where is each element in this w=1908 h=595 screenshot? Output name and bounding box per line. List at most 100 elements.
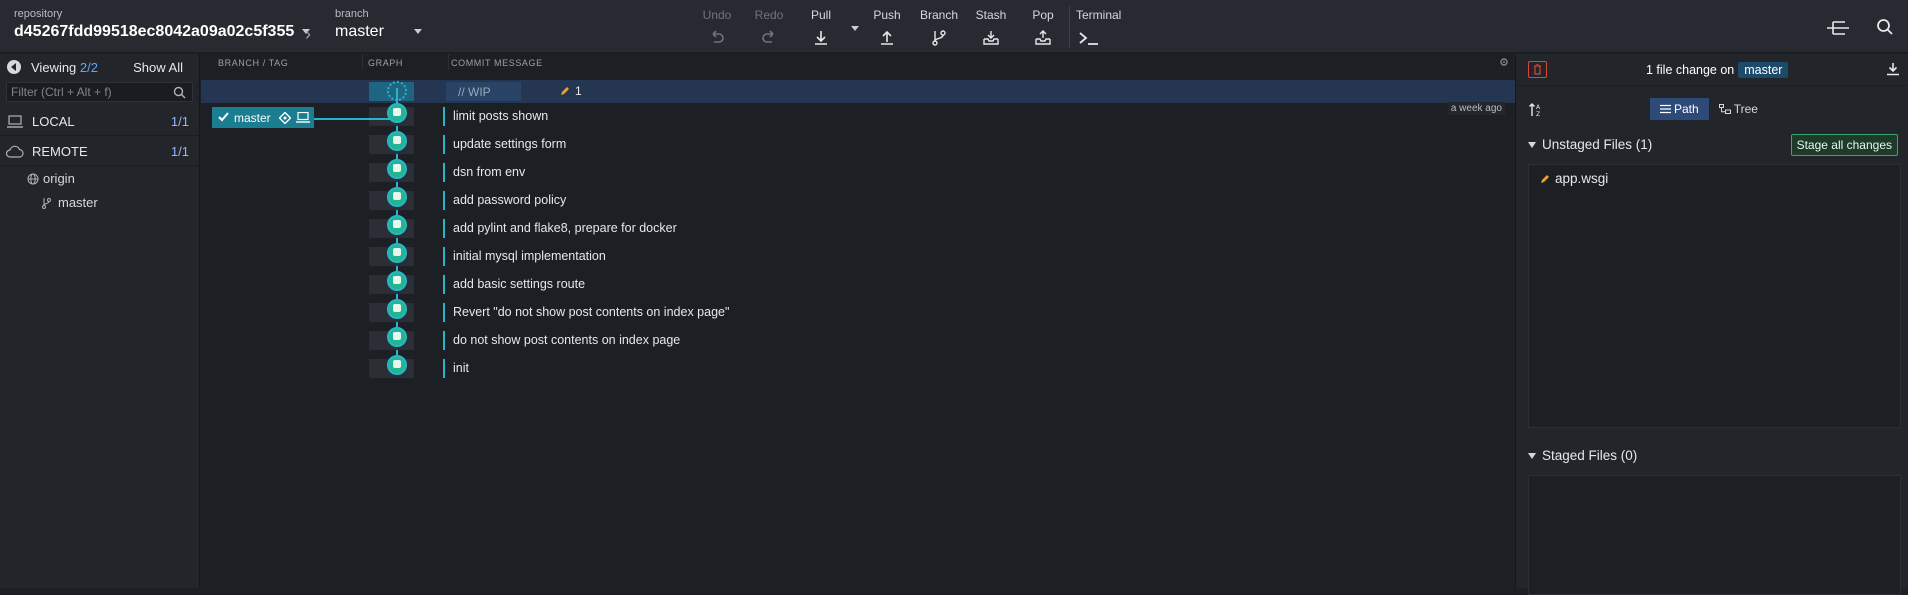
changes-branch-chip: master [1738, 62, 1789, 78]
undo-label: Undo [702, 8, 732, 22]
push-icon [881, 30, 893, 45]
branch-connector-line [314, 118, 390, 120]
commit-message-marker [443, 331, 445, 350]
wip-change-count: 1 [575, 84, 582, 98]
pull-button[interactable]: Pull [796, 8, 846, 47]
remote-origin-item[interactable]: origin [0, 166, 199, 190]
staged-files-list [1528, 475, 1901, 595]
gear-icon[interactable] [1499, 57, 1509, 67]
laptop-icon [7, 115, 23, 128]
commit-message: dsn from env [453, 165, 526, 179]
commit-node-avatar[interactable] [387, 103, 407, 123]
toolbar-divider [1069, 6, 1070, 48]
path-view-label: Path [1674, 102, 1699, 116]
repository-name: d45267fdd99518ec8042a09a02c5f355 [14, 23, 295, 40]
pop-icon [1035, 30, 1051, 45]
repository-label: repository [14, 8, 63, 20]
filter-field[interactable] [6, 82, 193, 102]
staged-files-header[interactable]: Staged Files (0) [1528, 448, 1637, 463]
list-icon [1660, 104, 1671, 114]
unstaged-file-name: app.wsgi [1555, 171, 1609, 186]
tree-icon [1718, 104, 1731, 114]
commit-node-avatar[interactable] [387, 243, 407, 263]
column-divider[interactable] [448, 54, 449, 70]
header-commit-message: COMMIT MESSAGE [451, 58, 543, 68]
checkmark-icon [218, 112, 229, 122]
push-button[interactable]: Push [862, 8, 912, 47]
commit-message-marker [443, 135, 445, 154]
remote-origin-label: origin [43, 171, 75, 186]
commit-node-avatar[interactable] [387, 159, 407, 179]
toolbar: repository d45267fdd99518ec8042a09a02c5f… [0, 0, 1908, 53]
pop-label: Pop [1032, 8, 1054, 22]
redo-icon [762, 30, 774, 43]
column-divider[interactable] [362, 54, 363, 70]
commit-node-avatar[interactable] [387, 327, 407, 347]
svg-text:A: A [1536, 104, 1541, 111]
unstaged-files-header[interactable]: Unstaged Files (1) [1528, 137, 1652, 152]
chevron-right-icon: › [305, 24, 311, 44]
terminal-button[interactable]: Terminal [1076, 8, 1126, 47]
viewing-text: Viewing 2/2 [31, 60, 98, 75]
pull-options-chevron-icon[interactable] [851, 26, 859, 31]
terminal-label: Terminal [1076, 8, 1122, 22]
tree-view-button[interactable]: Tree [1709, 98, 1768, 120]
undo-button[interactable]: Undo [692, 8, 742, 47]
sort-az-icon[interactable]: AZ [1528, 102, 1544, 118]
laptop-icon [296, 112, 310, 123]
view-mode-toggle: Path Tree [1650, 98, 1768, 120]
commit-node-avatar[interactable] [387, 271, 407, 291]
download-icon[interactable] [1886, 62, 1900, 76]
wip-graph-node[interactable] [387, 81, 407, 101]
changes-header: 1 file change on master [1516, 54, 1908, 86]
commit-message: add pylint and flake8, prepare for docke… [453, 221, 677, 235]
commit-node-avatar[interactable] [387, 299, 407, 319]
pencil-icon [1541, 175, 1549, 183]
globe-icon [27, 173, 39, 185]
local-section[interactable]: LOCAL 1/1 [0, 106, 199, 136]
search-icon[interactable] [1876, 18, 1894, 36]
commit-message-marker [443, 107, 445, 126]
wip-summary-input[interactable]: // WIP [446, 82, 521, 101]
stage-all-button[interactable]: Stage all changes [1790, 134, 1898, 156]
commit-node-avatar[interactable] [387, 131, 407, 151]
remote-count: 1/1 [170, 144, 189, 159]
branch-button[interactable]: Branch [914, 8, 964, 47]
unstaged-file-item[interactable]: app.wsgi [1539, 171, 1608, 186]
stash-button[interactable]: Stash [966, 8, 1016, 47]
commit-message-marker [443, 219, 445, 238]
staged-files-title: Staged Files (0) [1542, 448, 1638, 463]
right-panel: 1 file change on master AZ Path Tree Unst… [1515, 54, 1908, 595]
terminal-icon [1079, 32, 1098, 45]
commit-node-avatar[interactable] [387, 355, 407, 375]
pencil-icon [561, 87, 569, 95]
path-view-button[interactable]: Path [1650, 98, 1709, 120]
branch-label-master[interactable]: master [212, 107, 314, 128]
commit-message: add basic settings route [453, 277, 586, 291]
filter-input[interactable] [7, 83, 192, 101]
branch-name: master [335, 23, 384, 40]
repository-selector[interactable]: repository d45267fdd99518ec8042a09a02c5f… [14, 8, 311, 41]
tree-view-label: Tree [1733, 102, 1758, 116]
commit-message: update settings form [453, 137, 567, 151]
show-all-button[interactable]: Show All [133, 60, 183, 75]
pop-button[interactable]: Pop [1018, 8, 1068, 47]
remote-section[interactable]: REMOTE 1/1 [0, 136, 199, 166]
trash-icon [1534, 63, 1541, 75]
stash-label: Stash [975, 8, 1007, 22]
remote-branch-master-item[interactable]: master [0, 190, 199, 214]
commit-message: initial mysql implementation [453, 249, 606, 263]
cloud-icon [6, 145, 24, 158]
unstaged-files-title: Unstaged Files (1) [1542, 137, 1653, 152]
back-arrow-icon[interactable] [7, 60, 21, 74]
changes-title-text: 1 file change on [1646, 63, 1735, 77]
commit-message: add password policy [453, 193, 567, 207]
commit-node-avatar[interactable] [387, 187, 407, 207]
commit-message: init [453, 361, 469, 375]
redo-button[interactable]: Redo [744, 8, 794, 47]
commit-node-avatar[interactable] [387, 215, 407, 235]
changes-title: 1 file change on master [1646, 62, 1789, 78]
discard-changes-button[interactable] [1528, 61, 1547, 78]
layout-toggle-icon[interactable] [1825, 18, 1851, 38]
branch-selector[interactable]: branch master [335, 8, 422, 41]
